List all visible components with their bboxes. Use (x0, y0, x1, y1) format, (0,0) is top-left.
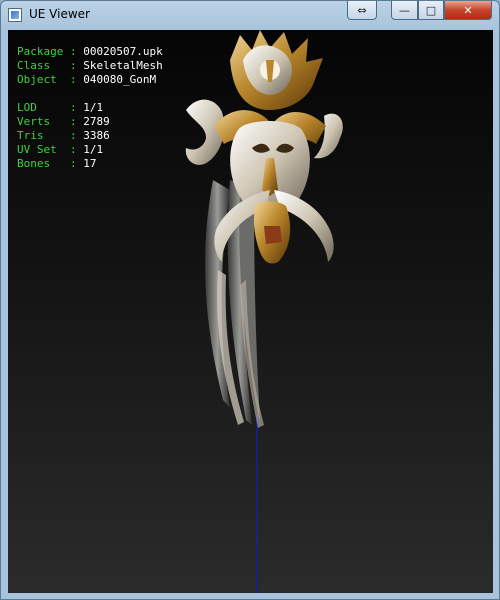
crown (230, 30, 323, 110)
window-title: UE Viewer (29, 7, 90, 21)
info-label: Tris (17, 129, 64, 142)
info-value: 1/1 (83, 143, 104, 156)
info-value: 040080_GonM (83, 73, 157, 86)
minimize-button[interactable]: — (391, 1, 418, 20)
maximize-button[interactable]: □ (418, 1, 444, 20)
title-bar[interactable]: UE Viewer ⇔ — □ ✕ (1, 1, 499, 29)
info-value: 3386 (83, 129, 110, 142)
info-label: UV Set (17, 143, 64, 156)
info-separator: : (63, 115, 84, 128)
info-value: SkeletalMesh (83, 59, 163, 72)
info-label: Package (17, 45, 64, 58)
resize-arrows-icon: ⇔ (357, 3, 367, 17)
info-row-package: Package : 00020507.upk (17, 45, 163, 59)
info-row-lod: LOD : 1/1 (17, 101, 163, 115)
info-separator: : (63, 45, 84, 58)
info-label: Bones (17, 157, 64, 170)
app-window: UE Viewer ⇔ — □ ✕ Package: 00020507.upk… (0, 0, 500, 600)
info-row-object: Object : 040080_GonM (17, 73, 163, 87)
info-value: 17 (83, 157, 97, 170)
face-mask (230, 121, 310, 211)
info-label: LOD (17, 101, 64, 114)
resize-button[interactable]: ⇔ (347, 1, 377, 20)
close-icon: ✕ (463, 3, 473, 17)
info-row-tris: Tris : 3386 (17, 129, 163, 143)
minimize-icon: — (399, 3, 410, 17)
info-value: 1/1 (83, 101, 104, 114)
mesh-info-overlay: Package : 00020507.upk Class : SkeletalM… (17, 45, 163, 171)
info-label: Class (17, 59, 64, 72)
info-value: 00020507.upk (83, 45, 163, 58)
info-label: Object (17, 73, 64, 86)
info-row-bones: Bones : 17 (17, 157, 163, 171)
info-separator: : (63, 143, 84, 156)
info-row-verts: Verts : 2789 (17, 115, 163, 129)
info-row-uv-set: UV Set : 1/1 (17, 143, 163, 157)
app-icon (8, 8, 22, 22)
info-label: Verts (17, 115, 64, 128)
3d-viewport[interactable]: Package : 00020507.upk Class : SkeletalM… (8, 30, 493, 593)
info-separator: : (63, 157, 84, 170)
info-separator: : (63, 73, 84, 86)
close-button[interactable]: ✕ (444, 1, 492, 20)
info-row-class: Class : SkeletalMesh (17, 59, 163, 73)
maximize-icon: □ (425, 3, 437, 17)
info-value: 2789 (83, 115, 110, 128)
info-separator: : (63, 59, 84, 72)
info-separator: : (63, 129, 84, 142)
info-separator: : (63, 101, 84, 114)
